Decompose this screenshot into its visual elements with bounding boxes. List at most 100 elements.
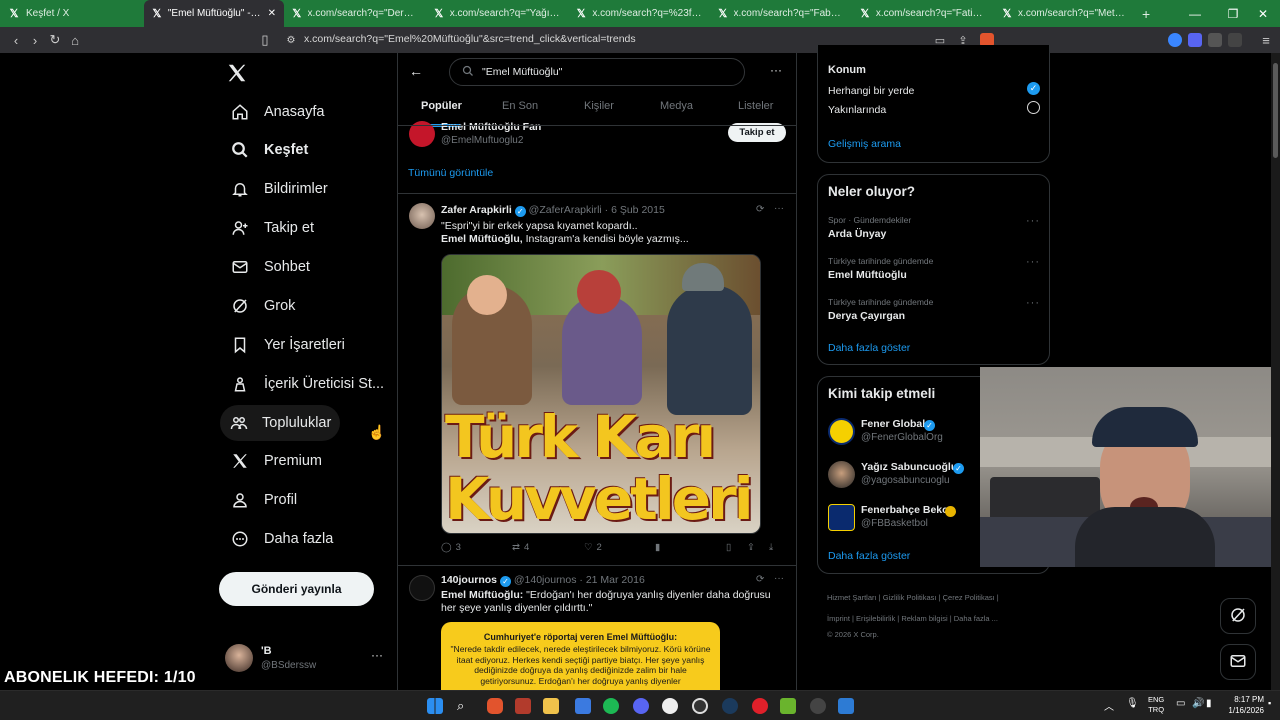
checked-radio-icon[interactable]: ✓ [1027,82,1040,95]
browser-tab[interactable]: 𝕏x.com/search?q="Meteoroloji [994,0,1134,27]
tweet-author-handle[interactable]: @ZaferArapkirli [529,204,602,216]
notification-icon[interactable]: ▪ [1268,698,1271,708]
bookmark-page-icon[interactable]: ▯ [255,30,275,50]
browser-tab[interactable]: 𝕏x.com/search?q="Yağız Sabun [426,0,568,27]
chevron-up-icon[interactable]: ︿ [1104,698,1114,713]
steam-icon[interactable] [722,698,738,714]
nav-bookmarks[interactable]: Yer İşaretleri [220,327,355,363]
windows-start-icon[interactable] [427,698,443,714]
scrollbar-thumb[interactable] [1273,63,1278,158]
reload-icon[interactable]: ↻ [45,30,65,50]
tweet[interactable]: Zafer Arapkirli ✓ @ZaferArapkirli · 6 Şu… [398,194,796,565]
extension-icon[interactable] [1188,33,1202,47]
obs-icon[interactable] [692,698,708,714]
nav-explore[interactable]: Keşfet [220,132,318,168]
tweet-author-name[interactable]: 140journos [441,574,497,586]
more-icon[interactable]: ··· [371,648,383,662]
nav-chat[interactable]: Sohbet [220,249,320,285]
like-button[interactable]: ♡ 2 [584,542,602,553]
more-icon[interactable]: ··· [774,203,784,214]
post-button[interactable]: Gönderi yayınla [219,572,374,606]
footer-link[interactable]: Erişilebilirlik [856,614,895,623]
more-icon[interactable]: ··· [1026,297,1040,309]
forward-icon[interactable]: › [25,30,45,50]
browser-tab-active[interactable]: 𝕏"Emel Müftüoğlu" - Arama✕ [144,0,284,27]
nav-communities[interactable]: Topluluklar [220,405,340,441]
extension-icon[interactable] [1168,33,1182,47]
battery-icon[interactable]: ▮ [1206,698,1212,709]
footer-link[interactable]: Hizmet Şartları [827,593,877,602]
nav-grok[interactable]: Grok [220,288,305,324]
clock[interactable]: 8:17 PM 1/16/2026 [1212,694,1264,716]
reply-button[interactable]: ◯ 3 [441,542,461,553]
nav-home[interactable]: Anasayfa [220,94,334,130]
download-icon[interactable]: ⤓ [769,542,773,553]
x-logo-icon[interactable] [226,62,248,84]
trend-item[interactable]: Türkiye tarihinde gündemde Emel Müftüoğl… [828,256,1040,286]
minimize-icon[interactable]: — [1178,0,1212,27]
nvidia-icon[interactable] [780,698,796,714]
new-tab-button[interactable]: + [1134,0,1164,27]
file-explorer-icon[interactable] [543,698,559,714]
more-icon[interactable]: ··· [774,573,784,584]
volume-icon[interactable]: 🔊 [1192,698,1204,709]
tweet-date[interactable]: · 21 Mar 2016 [579,574,644,586]
browser-tab[interactable]: 𝕏x.com/search?q="Fatih Tekke" [852,0,994,27]
menu-icon[interactable]: ≡ [1256,30,1276,50]
nav-more[interactable]: Daha fazla [220,521,343,557]
back-icon[interactable]: ‹ [6,30,26,50]
app-icon[interactable] [662,698,678,714]
site-info-icon[interactable]: ⚙ [281,30,301,50]
footer-link[interactable]: Reklam bilgisi [901,614,947,623]
browser-tab[interactable]: 𝕏 Keşfet / X [0,0,144,27]
tweet-author-name[interactable]: Zafer Arapkirli [441,204,512,216]
close-tab-icon[interactable]: ✕ [268,8,276,19]
nav-premium[interactable]: Premium [220,443,332,479]
shield-icon[interactable] [575,698,591,714]
browser-tab[interactable]: 𝕏x.com/search?q=%23futbol& [568,0,710,27]
discord-icon[interactable] [633,698,649,714]
network-icon[interactable]: ▭ [1176,698,1185,709]
share-icon[interactable]: ⇪ [747,542,755,553]
search-input[interactable]: "Emel Müftüoğlu" [449,58,745,86]
grok-icon[interactable]: ⟳ [756,574,764,585]
footer-link[interactable]: İmprint [827,614,850,623]
account-switcher[interactable]: 'B @BSderssw ··· [225,642,385,676]
nav-follow[interactable]: Takip et [220,210,324,246]
show-more-link[interactable]: Daha fazla göster [828,342,910,354]
radio-icon[interactable] [1027,101,1040,114]
page-scrollbar[interactable] [1271,53,1280,690]
microphone-icon[interactable]: 🎙 [1126,698,1139,709]
app-icon[interactable] [810,698,826,714]
more-icon[interactable]: ··· [1026,256,1040,268]
location-option[interactable]: Herhangi bir yerde ✓ [828,82,1040,98]
more-icon[interactable]: ··· [770,63,782,77]
extension-icon[interactable] [1208,33,1222,47]
nav-profile[interactable]: Profil [220,482,307,518]
nav-notifications[interactable]: Bildirimler [220,171,338,207]
tweet-date[interactable]: · 6 Şub 2015 [605,204,665,216]
tweet-author-handle[interactable]: @140journos [514,574,577,586]
trend-item[interactable]: Türkiye tarihinde gündemde Derya Çayırga… [828,297,1040,327]
more-icon[interactable]: ··· [1026,215,1040,227]
retweet-button[interactable]: ⇄ 4 [512,542,529,553]
messages-float-button[interactable] [1220,644,1256,680]
footer-link[interactable]: Daha fazla ... [954,614,998,623]
home-icon[interactable]: ⌂ [65,30,85,50]
maximize-icon[interactable]: ❐ [1216,0,1250,27]
back-arrow-icon[interactable]: ← [409,63,423,79]
brave-browser-icon[interactable] [487,698,503,714]
nav-creator-studio[interactable]: İçerik Üreticisi St... [220,366,394,402]
url-field[interactable]: x.com/search?q="Emel%20Müftüoğlu"&src=tr… [304,33,636,45]
views-icon[interactable]: ▮ [655,542,660,553]
close-window-icon[interactable]: ✕ [1246,0,1280,27]
bookmark-icon[interactable]: ▯ [726,542,731,553]
tweet-image[interactable]: Türk Karı Kuvvetleri [441,254,761,534]
show-more-link[interactable]: Daha fazla göster [828,550,910,562]
app-icon[interactable] [515,698,531,714]
browser-tab[interactable]: 𝕏x.com/search?q="Derya Çayırg [284,0,426,27]
app-icon[interactable] [838,698,854,714]
footer-link[interactable]: Çerez Politikası [943,593,995,602]
browser-tab[interactable]: 𝕏x.com/search?q="Fabrizio Rom [710,0,852,27]
spotify-icon[interactable] [603,698,619,714]
